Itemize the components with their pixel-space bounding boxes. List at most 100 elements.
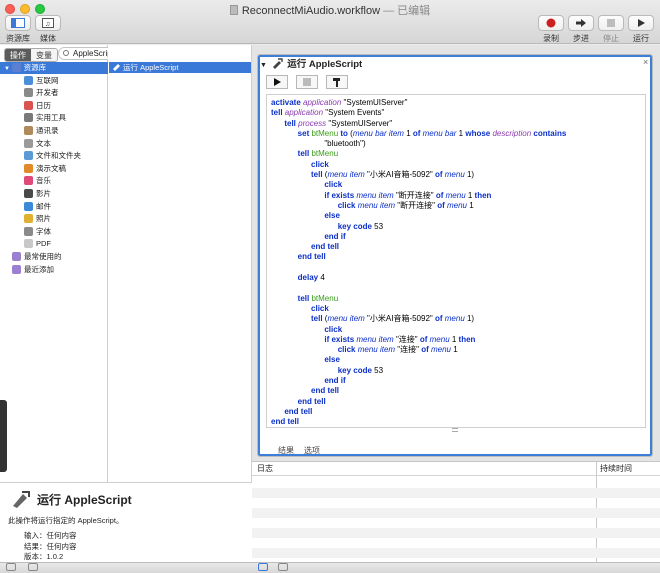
segment-variables[interactable]: 变量	[31, 49, 57, 61]
sidebar-item[interactable]: 邮件	[0, 201, 108, 213]
description-version-row: 版本：1.0.2	[24, 551, 63, 562]
code-token: 1	[451, 334, 459, 344]
sidebar-item[interactable]: 文件和文件夹	[0, 150, 108, 162]
run-button-label: 运行	[633, 34, 649, 43]
description-input-value: 任何内容	[46, 531, 77, 540]
code-line: tell application "System Events"	[267, 108, 645, 118]
tab-options[interactable]: 选项	[304, 445, 320, 456]
bottom-bar	[0, 562, 660, 573]
sidebar-item-label: 最常使用的	[24, 252, 62, 261]
log-header: 日志 持续时间	[252, 462, 660, 562]
record-button[interactable]	[538, 15, 564, 31]
code-line: tell btMenu	[267, 149, 645, 159]
code-token: click	[324, 324, 343, 334]
code-token: "SystemUIServer"	[343, 98, 408, 107]
column-view-icon[interactable]	[278, 563, 288, 571]
code-token: menu item	[327, 170, 368, 180]
run-button[interactable]	[628, 15, 654, 31]
sidebar-item[interactable]: 日历	[0, 100, 108, 112]
library-toggle-button[interactable]	[5, 15, 31, 31]
compile-script-button[interactable]	[326, 75, 348, 89]
code-token: exists	[331, 190, 357, 200]
sidebar-item[interactable]: 通讯录	[0, 125, 108, 137]
tab-results[interactable]: 结果	[278, 445, 294, 456]
run-script-button[interactable]	[266, 75, 288, 89]
category-icon	[24, 239, 33, 249]
stop-button[interactable]	[598, 15, 624, 31]
category-icon	[24, 189, 33, 198]
code-token: menu	[445, 190, 468, 200]
media-button[interactable]: ♫	[35, 15, 61, 31]
code-token: menu item	[357, 200, 398, 210]
sidebar-item-label: 互联网	[36, 75, 59, 85]
description-version-value: 1.0.2	[46, 552, 64, 561]
code-token: click	[337, 200, 358, 210]
sidebar-item[interactable]: 互联网	[0, 75, 108, 87]
code-token: menu bar item	[352, 128, 407, 138]
disclosure-triangle-icon[interactable]: ▼	[260, 62, 267, 69]
script-editor[interactable]: activate application "SystemUIServer" tel…	[266, 94, 646, 428]
step-button[interactable]	[568, 15, 594, 31]
code-token: of	[434, 170, 445, 180]
sidebar-item[interactable]: 实用工具	[0, 112, 108, 124]
code-token: menu item	[357, 345, 398, 355]
category-icon	[24, 214, 33, 224]
sidebar-item[interactable]: 演示文稿	[0, 163, 108, 175]
category-icon	[12, 252, 21, 261]
chevron-down-icon[interactable]	[28, 563, 38, 571]
code-token: btMenu	[311, 128, 341, 138]
code-token: 1)	[466, 170, 475, 180]
sidebar-item-label: 照片	[36, 214, 51, 224]
code-token: tell	[297, 293, 312, 303]
log-column-header[interactable]: 日志	[257, 462, 273, 476]
sidebar-item[interactable]: 字体	[0, 226, 108, 238]
disclosure-triangle-icon[interactable]: ▼	[4, 66, 12, 72]
action-card-header[interactable]: ▼ 运行 AppleScript	[260, 56, 650, 70]
sidebar-item[interactable]: 文本	[0, 138, 108, 150]
workflow-document-icon	[229, 5, 238, 15]
code-token: of	[435, 190, 446, 200]
sidebar-item[interactable]: 最近添加	[0, 264, 108, 276]
gear-icon[interactable]	[6, 563, 16, 571]
category-icon	[24, 201, 33, 211]
sidebar-item[interactable]: 开发者	[0, 87, 108, 99]
sidebar-item-label: PDF	[36, 239, 51, 249]
action-card-title: 运行 AppleScript	[287, 59, 363, 70]
code-token: 1	[406, 128, 413, 138]
list-view-icon[interactable]	[258, 563, 268, 571]
code-token: menu	[444, 170, 467, 180]
sidebar-item[interactable]: 音乐	[0, 175, 108, 187]
resize-grip-icon[interactable]	[452, 428, 458, 432]
code-line: else	[267, 355, 645, 365]
code-token: "小米AI音箱-5092"	[367, 170, 435, 180]
sidebar-item[interactable]: ▼ 资源库	[0, 62, 108, 74]
action-list-item[interactable]: 运行 AppleScript	[109, 62, 251, 73]
sidebar-item[interactable]: 影片	[0, 188, 108, 200]
sidebar-item[interactable]: PDF	[0, 238, 108, 250]
sidebar-item[interactable]: 最常使用的	[0, 251, 108, 263]
code-token: menu	[430, 345, 454, 355]
window-edge	[0, 400, 7, 472]
segment-actions[interactable]: 操作	[5, 49, 31, 61]
code-token: "断开连接"	[397, 200, 438, 210]
remove-action-icon[interactable]: ×	[643, 57, 648, 67]
stop-script-button[interactable]	[296, 75, 318, 89]
code-line: click	[267, 160, 645, 170]
media-button-label: 媒体	[40, 34, 56, 43]
sidebar-item-label: 邮件	[36, 201, 51, 211]
sidebar-item-label: 最近添加	[24, 264, 54, 274]
code-line: key code 53	[267, 222, 645, 232]
code-token: end tell	[271, 417, 300, 427]
sidebar-item-label: 影片	[36, 189, 51, 198]
sidebar-segmented-control[interactable]: 操作 变量	[4, 48, 58, 62]
sidebar-item[interactable]: 照片	[0, 213, 108, 225]
